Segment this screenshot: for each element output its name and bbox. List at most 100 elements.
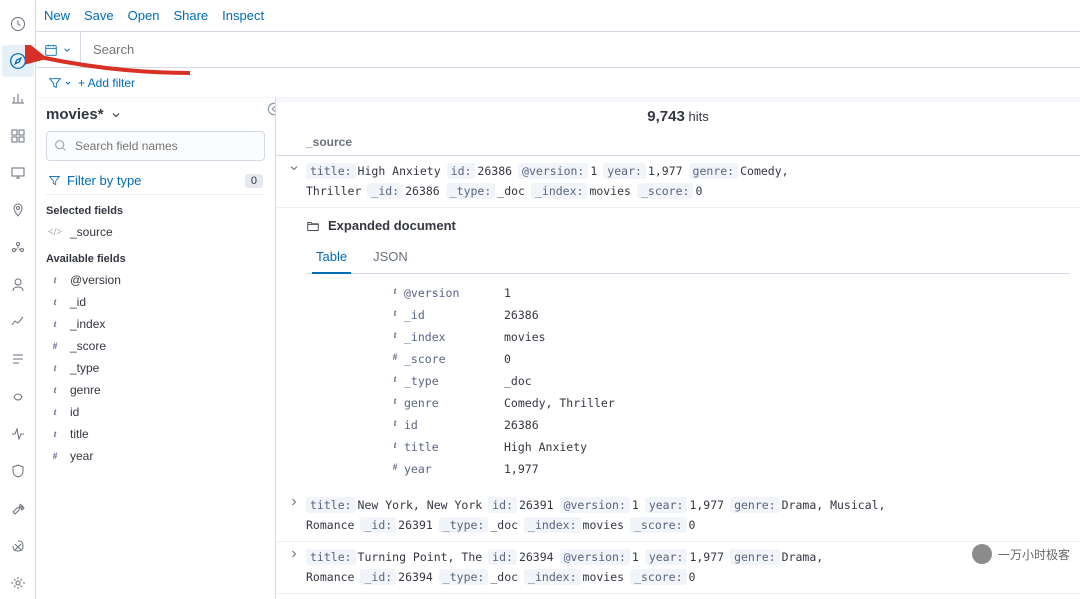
field-search-input[interactable] xyxy=(46,131,265,161)
field-name: id xyxy=(70,405,79,419)
field-value: 1 xyxy=(632,550,639,564)
field-name: _source xyxy=(70,225,113,239)
available-field-item[interactable]: t_type xyxy=(46,357,265,379)
nav-siem-icon[interactable] xyxy=(2,456,34,487)
available-field-item[interactable]: year xyxy=(46,445,265,467)
field-label: @version: xyxy=(560,497,630,513)
doc-row: title:New York, New Yorkid:26391@version… xyxy=(276,490,1080,542)
available-field-item[interactable]: _score xyxy=(46,335,265,357)
datepicker-button[interactable] xyxy=(36,32,81,67)
field-label: _score: xyxy=(637,183,693,199)
collapse-sidebar-button[interactable] xyxy=(267,102,276,118)
calendar-icon xyxy=(44,43,58,57)
field-label: genre: xyxy=(730,497,780,513)
expand-toggle[interactable] xyxy=(288,162,306,177)
nav-rail xyxy=(0,0,36,599)
field-value: Turning Point, The xyxy=(358,550,483,564)
expanded-document-label: Expanded document xyxy=(328,218,456,233)
number-type-icon xyxy=(48,341,62,351)
field-value: 1,977 xyxy=(689,550,724,564)
available-field-item[interactable]: t@version xyxy=(46,269,265,291)
nav-discover-icon[interactable] xyxy=(2,45,34,76)
inspect-link[interactable]: Inspect xyxy=(222,8,264,23)
field-label: title: xyxy=(306,549,356,565)
nav-uptime-icon[interactable] xyxy=(2,418,34,449)
field-value: 26394 xyxy=(398,570,433,584)
source-cell: title:New York, New Yorkid:26391@version… xyxy=(306,496,1068,535)
nav-apm-icon[interactable] xyxy=(2,381,34,412)
kv-key: _id xyxy=(404,308,504,322)
text-type-icon: t xyxy=(386,418,404,432)
kv-row: t_id26386 xyxy=(306,304,1070,326)
kv-row: tgenreComedy, Thriller xyxy=(306,392,1070,414)
field-label: _id: xyxy=(367,183,403,199)
save-link[interactable]: Save xyxy=(84,8,114,23)
filter-by-type-button[interactable]: Filter by type 0 xyxy=(46,167,265,195)
kv-key: genre xyxy=(404,396,504,410)
field-value: 26386 xyxy=(477,164,512,178)
search-input[interactable] xyxy=(81,32,1080,67)
nav-dev-tools-icon[interactable] xyxy=(2,493,34,524)
kv-row: t_indexmovies xyxy=(306,326,1070,348)
field-label: _type: xyxy=(439,517,489,533)
text-type-icon: t xyxy=(386,286,404,300)
kv-key: id xyxy=(404,418,504,432)
field-label: _type: xyxy=(446,183,496,199)
index-pattern-title: movies* xyxy=(46,106,104,123)
chevron-down-icon xyxy=(62,45,72,55)
nav-logs-icon[interactable] xyxy=(2,344,34,375)
nav-monitoring-icon[interactable] xyxy=(2,530,34,561)
nav-users-icon[interactable] xyxy=(2,269,34,300)
doc-tabs: Table JSON xyxy=(306,241,1070,274)
text-type-icon: t xyxy=(48,275,62,285)
index-pattern-selector[interactable]: movies* xyxy=(46,102,265,131)
kv-value: High Anxiety xyxy=(504,440,1070,454)
share-link[interactable]: Share xyxy=(173,8,208,23)
nav-metrics-icon[interactable] xyxy=(2,307,34,338)
folder-open-icon xyxy=(306,219,320,233)
nav-visualize-icon[interactable] xyxy=(2,83,34,114)
field-name: _score xyxy=(70,339,106,353)
available-field-item[interactable]: ttitle xyxy=(46,423,265,445)
available-field-item[interactable]: tid xyxy=(46,401,265,423)
expand-toggle[interactable] xyxy=(288,496,306,511)
main: New Save Open Share Inspect + Add filter… xyxy=(36,0,1080,599)
selected-field-item[interactable]: </>_source xyxy=(46,221,265,243)
field-label: _type: xyxy=(439,569,489,585)
text-type-icon: t xyxy=(48,385,62,395)
number-type-icon xyxy=(386,462,404,476)
nav-dashboard-icon[interactable] xyxy=(2,120,34,151)
nav-maps-icon[interactable] xyxy=(2,195,34,226)
kv-value: 1,977 xyxy=(504,462,1070,476)
tab-table[interactable]: Table xyxy=(312,241,351,274)
field-value: 26394 xyxy=(519,550,554,564)
filter-by-type-label: Filter by type xyxy=(67,173,141,188)
nav-management-icon[interactable] xyxy=(2,568,34,599)
tab-json[interactable]: JSON xyxy=(369,241,412,273)
field-value: movies xyxy=(583,570,625,584)
field-value: _doc xyxy=(490,518,518,532)
field-value: _doc xyxy=(490,570,518,584)
open-link[interactable]: Open xyxy=(128,8,160,23)
filter-menu-button[interactable] xyxy=(48,76,72,90)
available-field-item[interactable]: t_index xyxy=(46,313,265,335)
doc-row: title:Turning Point, Theid:26394@version… xyxy=(276,542,1080,594)
field-label: id: xyxy=(447,163,476,179)
column-header: _source xyxy=(276,131,1080,156)
field-name: _id xyxy=(70,295,86,309)
available-field-item[interactable]: tgenre xyxy=(46,379,265,401)
source-cell: title:Turning Point, Theid:26394@version… xyxy=(306,548,1068,587)
field-label: _score: xyxy=(630,569,686,585)
nav-canvas-icon[interactable] xyxy=(2,157,34,188)
new-link[interactable]: New xyxy=(44,8,70,23)
add-filter-button[interactable]: + Add filter xyxy=(78,76,135,90)
field-label: id: xyxy=(488,497,517,513)
filter-icon xyxy=(48,174,61,187)
kv-value: 1 xyxy=(504,286,1070,300)
doc-row: title:High Anxietyid:26386@version:1year… xyxy=(276,156,1080,208)
expand-toggle[interactable] xyxy=(288,548,306,563)
field-value: 26386 xyxy=(405,184,440,198)
available-field-item[interactable]: t_id xyxy=(46,291,265,313)
nav-ml-icon[interactable] xyxy=(2,232,34,263)
nav-recents-icon[interactable] xyxy=(2,8,34,39)
